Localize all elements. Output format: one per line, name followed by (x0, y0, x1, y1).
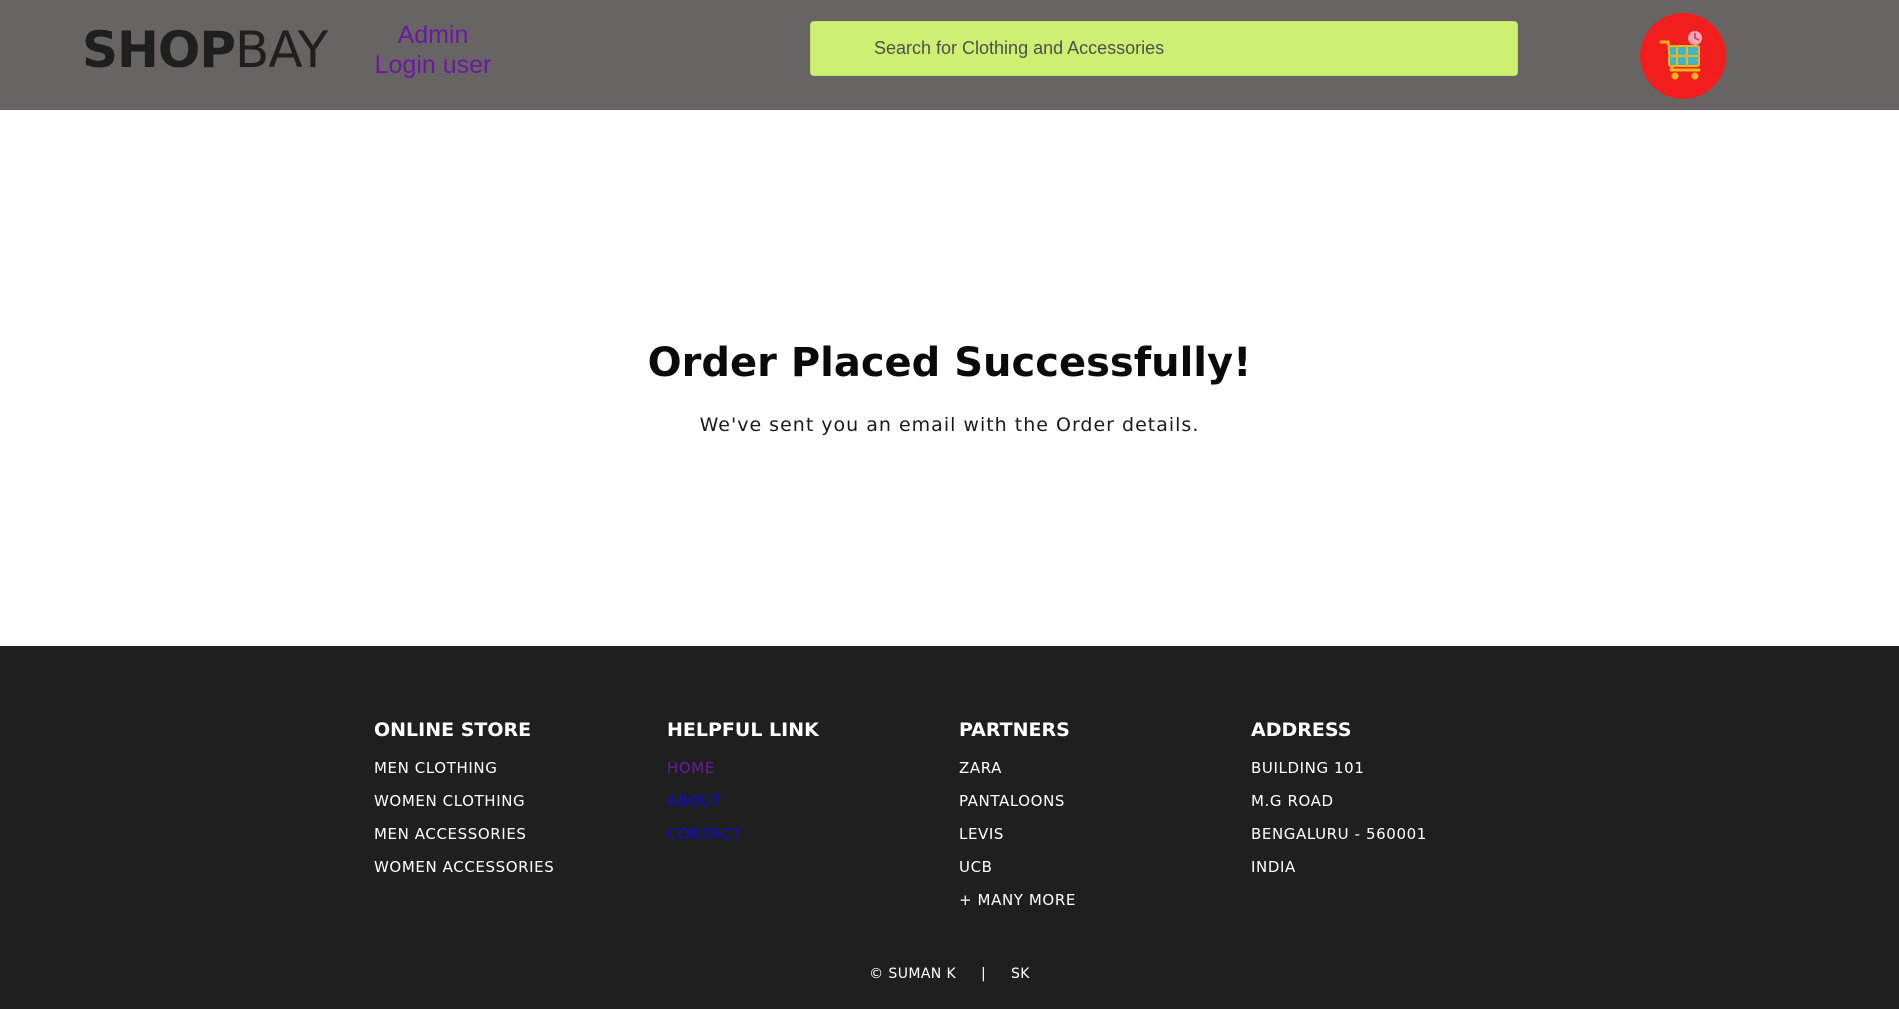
footer-column-title: ONLINE STORE (374, 719, 532, 741)
footer-column-title: HELPFUL LINK (667, 719, 819, 741)
address-line: BENGALURU - 560001 (1251, 825, 1427, 843)
partner-item: UCB (959, 858, 993, 876)
admin-link-line1: Admin (397, 21, 469, 49)
partner-item: + MANY MORE (959, 891, 1076, 909)
footer-link-women-accessories[interactable]: WOMEN ACCESSORIES (374, 851, 554, 884)
order-success-message: We've sent you an email with the Order d… (699, 414, 1200, 436)
search-bar (810, 21, 1518, 76)
footer-column-title: ADDRESS (1251, 719, 1352, 741)
footer-link-women-clothing[interactable]: WOMEN CLOTHING (374, 785, 554, 818)
main-content: Order Placed Successfully! We've sent yo… (0, 110, 1899, 646)
partner-item: LEVIS (959, 825, 1005, 843)
search-input[interactable] (811, 22, 1517, 75)
logo-shop-text: SHOP (82, 21, 236, 79)
partner-item: ZARA (959, 759, 1003, 777)
footer-link-home[interactable]: HOME (667, 752, 819, 785)
admin-link-line2: Login user (374, 51, 492, 79)
footer-link-about[interactable]: ABOUT (667, 785, 819, 818)
partner-item: PANTALOONS (959, 792, 1066, 810)
address-line: BUILDING 101 (1251, 759, 1365, 777)
top-header: SHOPBAY Admin Login user (0, 0, 1899, 110)
order-success-title: Order Placed Successfully! (647, 340, 1252, 386)
footer-column-partners: PARTNERS ZARA PANTALOONS LEVIS UCB + MAN… (959, 718, 1076, 917)
site-footer: ONLINE STORE MEN CLOTHING WOMEN CLOTHING… (0, 646, 1899, 1009)
address-line: INDIA (1251, 858, 1296, 876)
copyright-text: © SUMAN K (869, 966, 957, 982)
footer-link-men-accessories[interactable]: MEN ACCESSORIES (374, 818, 554, 851)
footer-link-men-clothing[interactable]: MEN CLOTHING (374, 752, 554, 785)
shopbay-logo[interactable]: SHOPBAY (82, 20, 328, 80)
footer-copyright-bar: © SUMAN K | SK (0, 966, 1899, 982)
shopping-cart-icon (1659, 31, 1702, 80)
footer-link-contact[interactable]: CONTACT (667, 818, 819, 851)
footer-column-address: ADDRESS BUILDING 101 M.G ROAD BENGALURU … (1251, 718, 1427, 884)
logo-bay-text: BAY (235, 21, 328, 79)
footer-separator: | (980, 966, 987, 982)
admin-login-link[interactable]: Admin Login user (368, 20, 498, 80)
cart-button[interactable] (1640, 13, 1726, 99)
footer-column-helpful-link: HELPFUL LINK HOME ABOUT CONTACT (667, 718, 819, 851)
address-line: M.G ROAD (1251, 792, 1334, 810)
footer-column-online-store: ONLINE STORE MEN CLOTHING WOMEN CLOTHING… (374, 718, 554, 884)
footer-signature: SK (1010, 966, 1030, 982)
footer-column-title: PARTNERS (959, 719, 1070, 741)
